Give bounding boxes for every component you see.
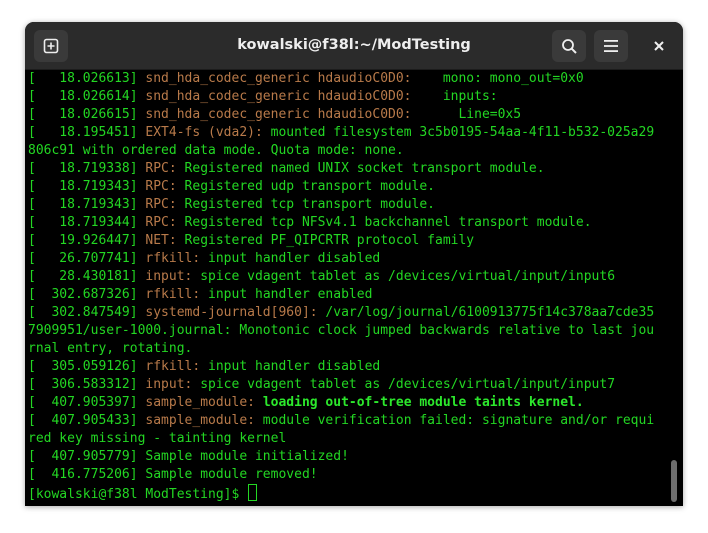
log-message: Registered named UNIX socket transport m… [176, 161, 545, 176]
timestamp: [ 302.687326] [28, 287, 146, 302]
terminal-line: [ 407.905433] sample_module: module veri… [28, 412, 670, 430]
log-message: Registered udp transport module. [176, 179, 435, 194]
log-message: Line=0x5 [411, 107, 522, 122]
terminal-line: [ 26.707741] rfkill: input handler disab… [28, 250, 670, 268]
timestamp: [ 18.719343] [28, 197, 146, 212]
log-message: inputs: [411, 89, 498, 104]
log-source: rfkill: [145, 251, 201, 266]
log-message: input handler enabled [200, 287, 373, 302]
log-message: Registered tcp transport module. [176, 197, 435, 212]
log-source: snd_hda_codec_generic hdaudioC0D0: [145, 89, 412, 104]
shell-prompt: [kowalski@f38l ModTesting]$ [28, 487, 248, 502]
terminal-line: [ 18.719338] RPC: Registered named UNIX … [28, 160, 670, 178]
close-icon [654, 41, 664, 51]
close-button[interactable] [646, 30, 672, 62]
log-source: rfkill: [145, 287, 201, 302]
terminal-line: [ 18.026615] snd_hda_codec_generic hdaud… [28, 106, 670, 124]
terminal-line: [ 306.583312] input: spice vdagent table… [28, 376, 670, 394]
log-message: Sample module initialized! [145, 449, 349, 464]
terminal-line: 806c91 with ordered data mode. Quota mod… [28, 142, 670, 160]
hamburger-menu-icon [604, 40, 618, 52]
timestamp: [ 18.719338] [28, 161, 146, 176]
window-title: kowalski@f38l:~/ModTesting [237, 37, 471, 53]
log-message: Registered tcp NFSv4.1 backchannel trans… [176, 215, 592, 230]
log-message: 806c91 with ordered data mode. Quota mod… [28, 143, 404, 158]
terminal-line: [ 407.905779] Sample module initialized! [28, 448, 670, 466]
timestamp: [ 305.059126] [28, 359, 146, 374]
log-source: RPC: [145, 197, 177, 212]
terminal-line: [ 416.775206] Sample module removed! [28, 466, 670, 484]
timestamp: [ 19.926447] [28, 233, 146, 248]
log-message: red key missing - tainting kernel [28, 431, 287, 446]
terminal-window: kowalski@f38l:~/ModTesting [ 18.026613] … [25, 22, 683, 506]
terminal-line: rnal entry, rotating. [28, 340, 670, 358]
timestamp: [ 407.905397] [28, 395, 146, 410]
terminal-line: [ 18.719343] RPC: Registered udp transpo… [28, 178, 670, 196]
log-source: systemd-journald[960]: [145, 305, 318, 320]
terminal-line: [ 302.847549] systemd-journald[960]: /va… [28, 304, 670, 322]
timestamp: [ 306.583312] [28, 377, 146, 392]
log-source: snd_hda_codec_generic hdaudioC0D0: [145, 107, 412, 122]
timestamp: [ 26.707741] [28, 251, 146, 266]
terminal-line: [ 18.719344] RPC: Registered tcp NFSv4.1… [28, 214, 670, 232]
terminal-output[interactable]: [ 18.026613] snd_hda_codec_generic hdaud… [28, 70, 670, 506]
terminal-line: 7909951/user-1000.journal: Monotonic clo… [28, 322, 670, 340]
log-source: input: [145, 269, 193, 284]
log-message: /var/log/journal/6100913775f14c378aa7cde… [317, 305, 655, 320]
timestamp: [ 407.905433] [28, 413, 146, 428]
log-source: input: [145, 377, 193, 392]
log-message: spice vdagent tablet as /devices/virtual… [192, 377, 616, 392]
log-message: mono: mono_out=0x0 [411, 71, 584, 86]
timestamp: [ 18.026614] [28, 89, 146, 104]
title-bar: kowalski@f38l:~/ModTesting [25, 22, 683, 70]
log-message: rnal entry, rotating. [28, 341, 193, 356]
shell-prompt-line[interactable]: [kowalski@f38l ModTesting]$ [28, 484, 670, 502]
log-source: sample_module: [145, 395, 255, 410]
timestamp: [ 407.905779] [28, 449, 146, 464]
terminal-line: [ 407.905397] sample_module: loading out… [28, 394, 670, 412]
scrollbar[interactable] [671, 460, 677, 502]
log-source: snd_hda_codec_generic hdaudioC0D0: [145, 71, 412, 86]
timestamp: [ 18.026613] [28, 71, 146, 86]
log-message: input handler disabled [200, 251, 381, 266]
log-source: RPC: [145, 161, 177, 176]
log-source: sample_module: [145, 413, 255, 428]
timestamp: [ 18.719344] [28, 215, 146, 230]
menu-button[interactable] [594, 30, 628, 62]
log-message [255, 395, 263, 410]
terminal-line: [ 305.059126] rfkill: input handler disa… [28, 358, 670, 376]
timestamp: [ 302.847549] [28, 305, 146, 320]
timestamp: [ 18.195451] [28, 125, 146, 140]
search-button[interactable] [552, 30, 586, 62]
log-message-bold: loading out-of-tree module taints kernel… [262, 395, 584, 410]
terminal-line: [ 18.026614] snd_hda_codec_generic hdaud… [28, 88, 670, 106]
timestamp: [ 416.775206] [28, 467, 146, 482]
new-tab-button[interactable] [34, 30, 68, 62]
log-source: RPC: [145, 215, 177, 230]
log-source: EXT4-fs (vda2): [145, 125, 263, 140]
log-message: module verification failed: signature an… [254, 413, 655, 428]
timestamp: [ 18.719343] [28, 179, 146, 194]
log-source: NET: [145, 233, 177, 248]
log-message: mounted filesystem 3c5b0195-54aa-4f11-b5… [262, 125, 655, 140]
terminal-line: [ 18.719343] RPC: Registered tcp transpo… [28, 196, 670, 214]
text-cursor [248, 484, 258, 501]
terminal-line: [ 18.026613] snd_hda_codec_generic hdaud… [28, 70, 670, 88]
terminal-line: [ 19.926447] NET: Registered PF_QIPCRTR … [28, 232, 670, 250]
log-message: 7909951/user-1000.journal: Monotonic clo… [28, 323, 655, 338]
log-message: spice vdagent tablet as /devices/virtual… [192, 269, 616, 284]
log-message: Registered PF_QIPCRTR protocol family [176, 233, 475, 248]
search-icon [561, 38, 577, 54]
log-message: Sample module removed! [145, 467, 318, 482]
log-message: input handler disabled [200, 359, 381, 374]
terminal-line: [ 18.195451] EXT4-fs (vda2): mounted fil… [28, 124, 670, 142]
new-tab-icon [43, 38, 59, 54]
timestamp: [ 18.026615] [28, 107, 146, 122]
terminal-line: [ 28.430181] input: spice vdagent tablet… [28, 268, 670, 286]
log-source: RPC: [145, 179, 177, 194]
timestamp: [ 28.430181] [28, 269, 146, 284]
terminal-line: [ 302.687326] rfkill: input handler enab… [28, 286, 670, 304]
terminal-line: red key missing - tainting kernel [28, 430, 670, 448]
log-source: rfkill: [145, 359, 201, 374]
